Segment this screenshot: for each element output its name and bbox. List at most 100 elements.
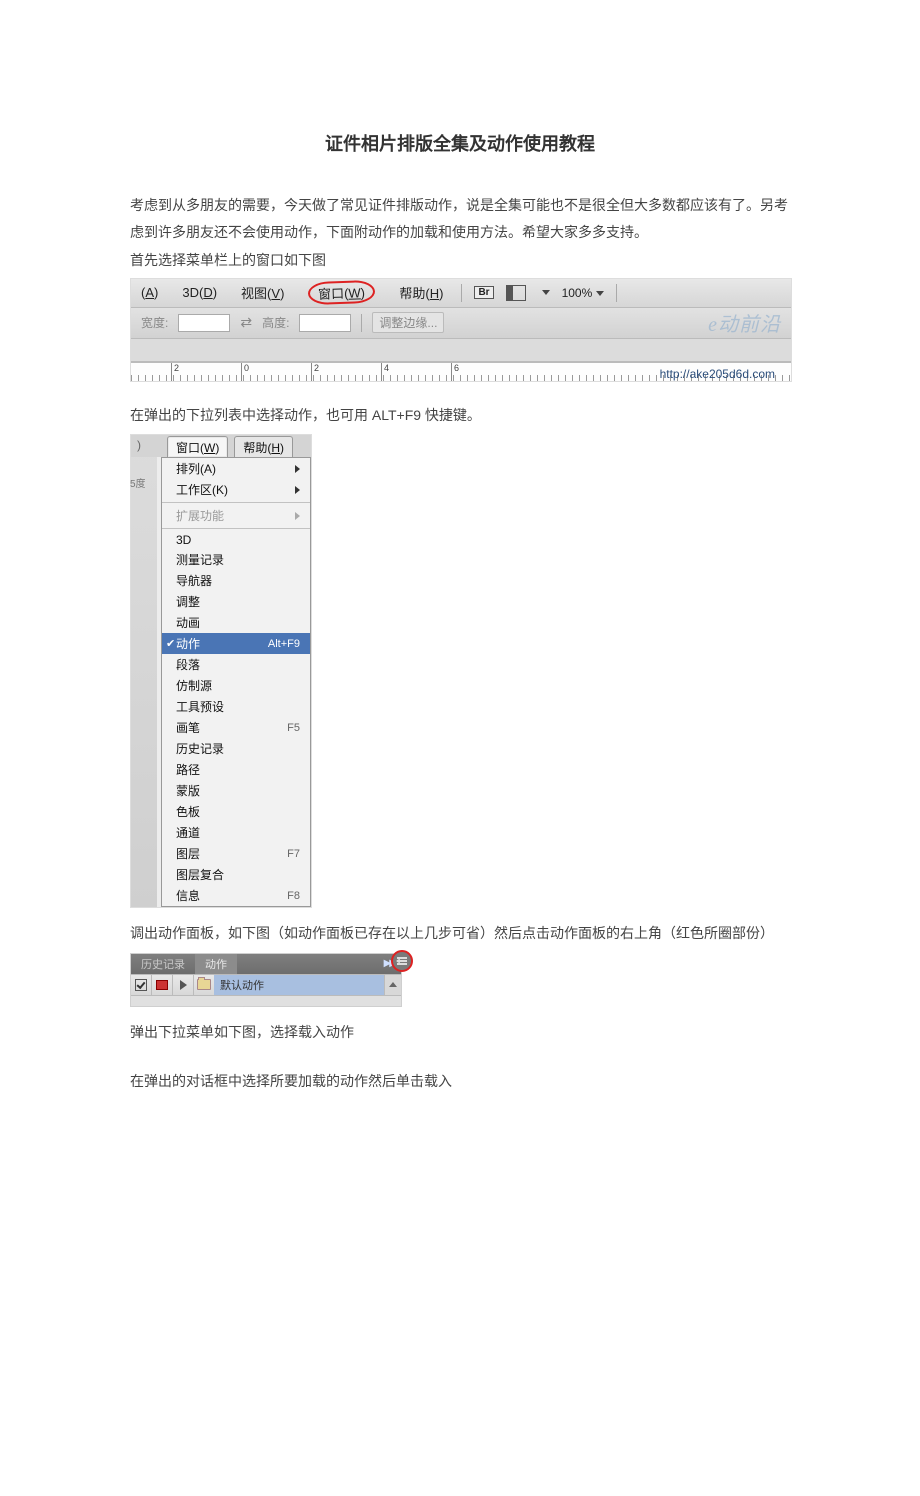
panel-blank bbox=[131, 995, 401, 1006]
menu-item-label: 图层 bbox=[176, 845, 200, 862]
menu-item[interactable]: 画笔F5 bbox=[162, 717, 310, 738]
step1-text: 首先选择菜单栏上的窗口如下图 bbox=[130, 247, 790, 274]
panel-tabs: 历史记录 动作 ▶▶ bbox=[131, 954, 401, 974]
menu-window[interactable]: 窗口(W) bbox=[302, 279, 381, 306]
chevron-down-icon[interactable] bbox=[542, 290, 550, 295]
triangle-up-icon bbox=[389, 982, 397, 987]
action-set-row[interactable]: 默认动作 bbox=[131, 974, 401, 995]
menu-item-label: 调整 bbox=[176, 593, 200, 610]
menu-item-label: 历史记录 bbox=[176, 740, 224, 757]
watermark-text: e动前沿 bbox=[708, 308, 781, 337]
menu-help[interactable]: 帮助(H) bbox=[393, 281, 449, 304]
ruler-tick: 0 bbox=[241, 363, 249, 381]
menu-item[interactable]: 排列(A) bbox=[162, 458, 310, 479]
menu-item-label: 排列(A) bbox=[176, 460, 216, 477]
toggle-checkbox[interactable] bbox=[131, 975, 152, 995]
left-strip bbox=[131, 435, 157, 907]
menu-item[interactable]: 工作区(K) bbox=[162, 479, 310, 500]
menu-item-label: 段落 bbox=[176, 656, 200, 673]
chevron-down-icon bbox=[596, 291, 604, 296]
red-circle-annotation: 窗口(W) bbox=[308, 280, 376, 305]
action-set-label: 默认动作 bbox=[214, 975, 384, 995]
menu-a[interactable]: (A) bbox=[135, 283, 164, 302]
menu-item[interactable]: 动画 bbox=[162, 612, 310, 633]
zoom-level[interactable]: 100% bbox=[562, 286, 605, 300]
menu-item[interactable]: 蒙版 bbox=[162, 780, 310, 801]
menu-item-label: 扩展功能 bbox=[176, 507, 224, 524]
menu-item[interactable]: 图层 F7 bbox=[162, 843, 310, 864]
arrange-icon[interactable] bbox=[506, 285, 526, 301]
tab-history[interactable]: 历史记录 bbox=[131, 954, 195, 974]
menu-item-label: 3D bbox=[176, 533, 191, 547]
expand-toggle[interactable] bbox=[173, 975, 194, 995]
step2-text: 在弹出的下拉列表中选择动作，也可用 ALT+F9 快捷键。 bbox=[130, 402, 790, 429]
screenshot-dropdown: 5度 ) 窗口(W) 帮助(H) 排列(A) 工作区(K) 扩展功能 3D 测量记录导航… bbox=[130, 434, 312, 908]
watermark-url: http://ake205d6d.com bbox=[660, 367, 775, 381]
menu-help[interactable]: 帮助(H) bbox=[234, 436, 293, 457]
tab-actions[interactable]: 动作 bbox=[195, 954, 237, 974]
separator bbox=[361, 314, 362, 332]
check-icon: ✔ bbox=[166, 637, 175, 650]
menu-item[interactable]: 信息F8 bbox=[162, 885, 310, 906]
menu-item-label: 导航器 bbox=[176, 572, 212, 589]
screenshot-actions-panel: 历史记录 动作 ▶▶ 默认动作 bbox=[130, 953, 402, 1007]
separator bbox=[461, 284, 462, 302]
menu-item[interactable]: 调整 bbox=[162, 591, 310, 612]
menu-item-label: 工作区(K) bbox=[176, 481, 228, 498]
menu-item-label: 色板 bbox=[176, 803, 200, 820]
menubar: (A) 3D(D) 视图(V) 窗口(W) 帮助(H) Br bbox=[131, 279, 791, 308]
cropped-text: 5度 bbox=[130, 475, 146, 490]
menu-item[interactable]: 路径 bbox=[162, 759, 310, 780]
chevron-right-icon bbox=[295, 465, 300, 473]
menu-item[interactable]: 通道 bbox=[162, 822, 310, 843]
scrollbar-up[interactable] bbox=[384, 975, 401, 995]
chevron-right-icon bbox=[295, 512, 300, 520]
menu-item[interactable]: 3D bbox=[162, 531, 310, 549]
width-field[interactable] bbox=[178, 314, 230, 332]
record-icon bbox=[156, 980, 168, 990]
menu-item[interactable]: 导航器 bbox=[162, 570, 310, 591]
menubar-partial: ) 窗口(W) 帮助(H) bbox=[131, 435, 311, 457]
menu-item[interactable]: 测量记录 bbox=[162, 549, 310, 570]
screenshot-menubar: (A) 3D(D) 视图(V) 窗口(W) 帮助(H) Br bbox=[130, 278, 792, 382]
dialog-toggle[interactable] bbox=[152, 975, 173, 995]
height-label: 高度: bbox=[262, 314, 289, 331]
menu-item[interactable]: 工具预设 bbox=[162, 696, 310, 717]
window-dropdown: 排列(A) 工作区(K) 扩展功能 3D 测量记录导航器调整动画✔动作Alt+F9 段落仿… bbox=[161, 457, 311, 907]
adjust-edges-button[interactable]: 调整边缘... bbox=[372, 312, 444, 333]
check-icon bbox=[135, 979, 147, 991]
height-field[interactable] bbox=[299, 314, 351, 332]
menu-3d[interactable]: 3D(D) bbox=[176, 283, 223, 302]
menu-item: 扩展功能 bbox=[162, 505, 310, 526]
menu-item-label: 画笔 bbox=[176, 719, 200, 736]
menu-shortcut: Alt+F9 bbox=[268, 638, 300, 650]
menu-item-label: 图层复合 bbox=[176, 866, 224, 883]
ruler-tick: 2 bbox=[171, 363, 179, 381]
folder-icon bbox=[197, 979, 211, 990]
menu-window[interactable]: 窗口(W) bbox=[167, 436, 228, 457]
menu-view[interactable]: 视图(V) bbox=[235, 281, 290, 304]
menu-item-label: 信息 bbox=[176, 887, 200, 904]
menu-item[interactable]: 仿制源 bbox=[162, 675, 310, 696]
ruler-tick: 6 bbox=[451, 363, 459, 381]
bridge-icon[interactable]: Br bbox=[474, 286, 493, 299]
menu-item-label: 仿制源 bbox=[176, 677, 212, 694]
menu-item[interactable]: 历史记录 bbox=[162, 738, 310, 759]
width-label: 宽度: bbox=[141, 314, 168, 331]
menu-item[interactable]: 图层复合 bbox=[162, 864, 310, 885]
ruler-tick: 4 bbox=[381, 363, 389, 381]
chevron-right-icon bbox=[295, 486, 300, 494]
menu-item[interactable]: 色板 bbox=[162, 801, 310, 822]
ruler-tick: 2 bbox=[311, 363, 319, 381]
menu-shortcut: F7 bbox=[287, 848, 300, 860]
swap-icon[interactable]: ⇄ bbox=[240, 314, 252, 331]
doc-tab-area bbox=[131, 339, 791, 362]
options-bar: 宽度: ⇄ 高度: 调整边缘... e动前沿 bbox=[131, 308, 791, 339]
menu-item[interactable]: 段落 bbox=[162, 654, 310, 675]
menu-item[interactable]: ✔动作Alt+F9 bbox=[162, 633, 310, 654]
menu-item-label: 测量记录 bbox=[176, 551, 224, 568]
step3-text: 调出动作面板，如下图（如动作面板已存在以上几步可省）然后点击动作面板的右上角（红… bbox=[130, 920, 790, 947]
ruler: 2 0 2 4 6 http://ake205d6d.com bbox=[131, 362, 791, 381]
panel-menu-button[interactable] bbox=[391, 950, 413, 972]
menu-item-label: 蒙版 bbox=[176, 782, 200, 799]
